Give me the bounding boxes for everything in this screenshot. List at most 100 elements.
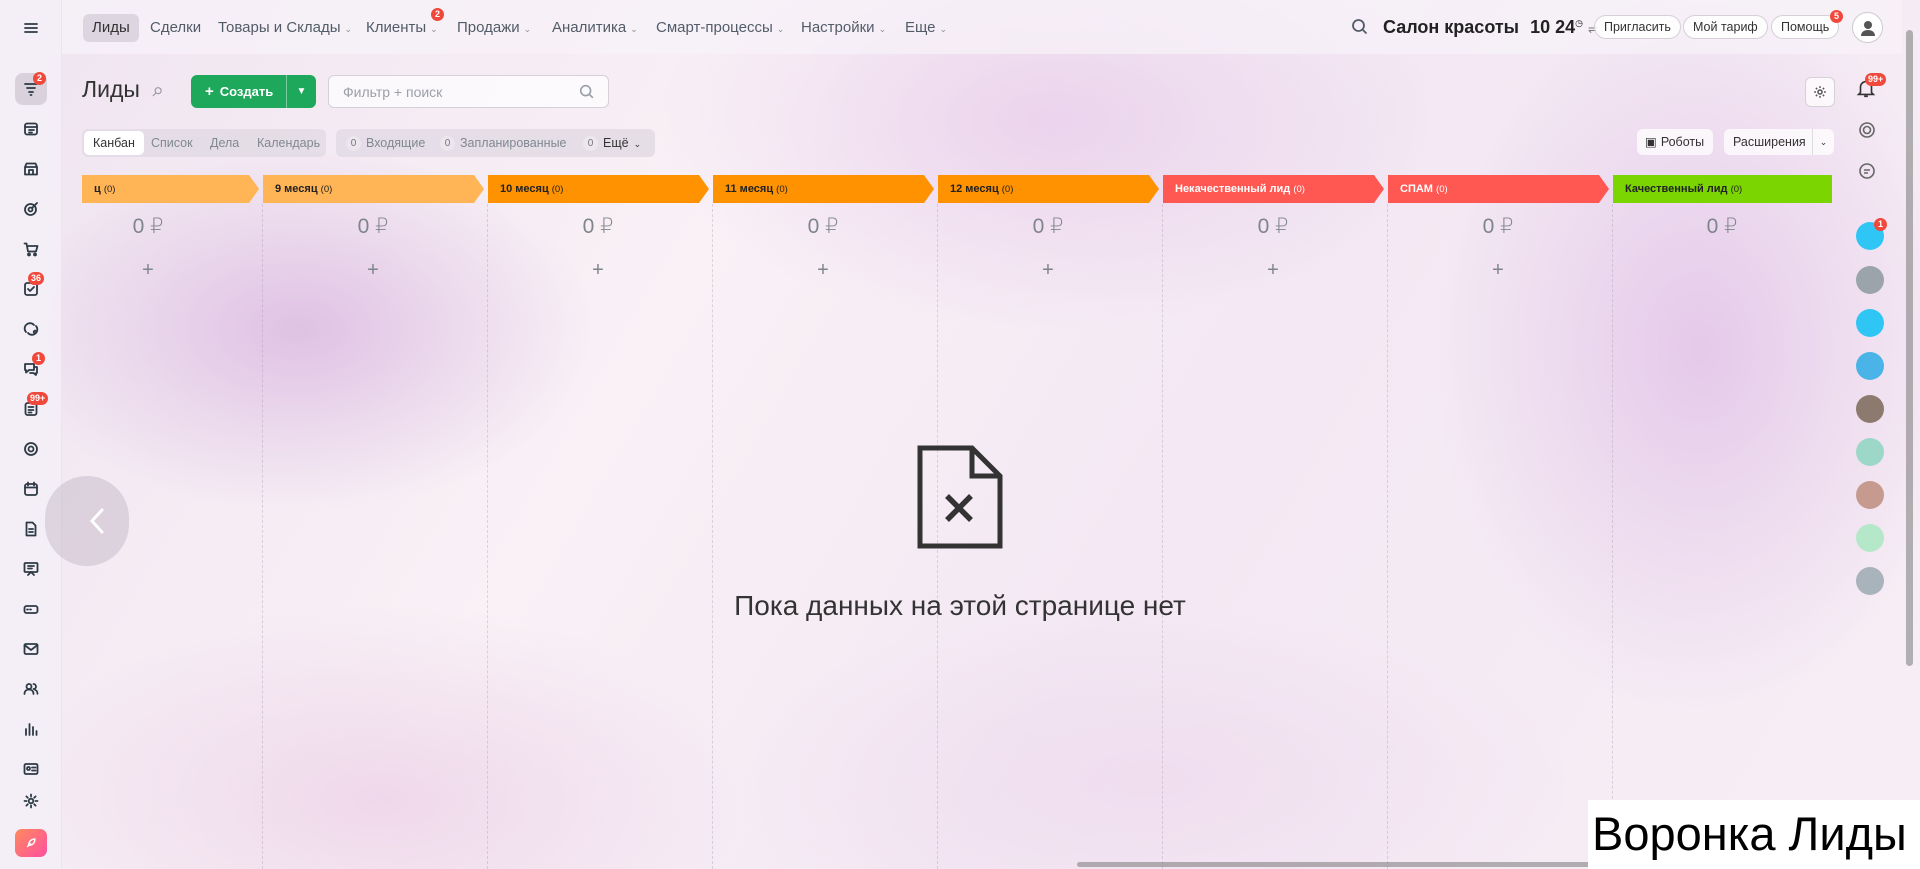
nav-clients[interactable]: Клиенты ⌄ 2 bbox=[357, 8, 447, 42]
robots-button[interactable]: ▣ Роботы bbox=[1637, 129, 1713, 155]
contact-avatar[interactable] bbox=[1856, 395, 1884, 423]
company-name[interactable]: Салон красоты 10 24◷ ⇌ bbox=[1383, 17, 1598, 38]
calendar-icon[interactable] bbox=[15, 473, 47, 505]
stage-name: 11 месяц bbox=[725, 183, 774, 195]
nav-more[interactable]: Еще ⌄ bbox=[896, 14, 956, 42]
nav-sales[interactable]: Продажи ⌄ bbox=[448, 14, 540, 42]
nav-leads[interactable]: Лиды bbox=[83, 14, 139, 42]
stage-sum: 0 ₽ bbox=[582, 215, 614, 238]
notifications-bell-icon[interactable]: 99+ bbox=[1855, 73, 1887, 103]
search-icon[interactable] bbox=[1350, 17, 1370, 37]
nav-smart-processes[interactable]: Смарт-процессы ⌄ bbox=[647, 14, 793, 42]
help-button[interactable]: Помощь 5 bbox=[1771, 10, 1843, 39]
stage-header[interactable]: Качественный лид (0) bbox=[1613, 175, 1832, 203]
stage-add-button[interactable]: + bbox=[1033, 259, 1063, 282]
nav-products[interactable]: Товары и Склады ⌄ bbox=[209, 14, 361, 42]
stage-count: (0) bbox=[1293, 184, 1305, 195]
presentation-icon[interactable] bbox=[15, 553, 47, 585]
nav-analytics[interactable]: Аналитика ⌄ bbox=[543, 14, 647, 42]
stage-header[interactable]: 9 месяц (0) bbox=[263, 175, 484, 203]
contact-card-icon[interactable] bbox=[15, 753, 47, 785]
search-icon[interactable] bbox=[578, 83, 596, 101]
vertical-scrollbar[interactable] bbox=[1906, 30, 1913, 666]
rocket-icon[interactable] bbox=[15, 829, 47, 857]
column-divider bbox=[1387, 204, 1388, 869]
stage-add-button[interactable]: + bbox=[1483, 259, 1513, 282]
counter-incoming[interactable]: 0 Входящие bbox=[346, 131, 425, 155]
menu-icon[interactable] bbox=[15, 12, 47, 44]
nav-settings[interactable]: Настройки ⌄ bbox=[792, 14, 895, 42]
stage-add-button[interactable]: + bbox=[133, 259, 163, 282]
chat-search-icon[interactable] bbox=[1857, 161, 1877, 181]
stage-add-button[interactable]: + bbox=[583, 259, 613, 282]
analytics-icon[interactable] bbox=[15, 713, 47, 745]
contact-avatar[interactable] bbox=[1856, 266, 1884, 294]
chevron-down-icon: ⌄ bbox=[344, 24, 353, 34]
chat-icon[interactable]: 1 bbox=[15, 352, 47, 385]
chevron-down-icon: ⌄ bbox=[523, 24, 532, 34]
feed-icon[interactable]: 99+ bbox=[15, 392, 49, 425]
crm-funnel-icon[interactable]: 2 bbox=[15, 72, 47, 105]
lifebuoy-icon[interactable] bbox=[15, 433, 47, 465]
settings-gear-button[interactable] bbox=[1805, 77, 1835, 107]
stage-header[interactable]: 11 месяц (0) bbox=[713, 175, 934, 203]
stage-header[interactable]: 10 месяц (0) bbox=[488, 175, 709, 203]
tab-kanban[interactable]: Канбан bbox=[84, 131, 144, 155]
stage-header[interactable]: Некачественный лид (0) bbox=[1163, 175, 1384, 203]
tab-calendar[interactable]: Календарь bbox=[248, 131, 329, 155]
stage-name: Качественный лид bbox=[1625, 183, 1728, 195]
stage-add-button[interactable]: + bbox=[808, 259, 838, 282]
invite-label: Пригласить bbox=[1604, 20, 1671, 34]
storage-icon[interactable] bbox=[15, 593, 47, 625]
cart-icon[interactable] bbox=[15, 233, 47, 265]
target-icon[interactable] bbox=[15, 193, 47, 225]
stage-add-button[interactable]: + bbox=[1258, 259, 1288, 282]
bookmark-icon[interactable] bbox=[1856, 309, 1884, 337]
counter-more[interactable]: 0 Ещё ⌄ bbox=[583, 131, 641, 155]
chevron-down-icon: ⌄ bbox=[878, 24, 887, 34]
stage-sum: 0 ₽ bbox=[1706, 215, 1738, 238]
stage-header[interactable]: 12 месяц (0) bbox=[938, 175, 1159, 203]
settings-icon[interactable] bbox=[15, 785, 47, 817]
invite-button[interactable]: Пригласить bbox=[1594, 15, 1681, 39]
pin-icon[interactable]: ⚲ bbox=[148, 83, 165, 101]
contact-avatar[interactable] bbox=[1856, 438, 1884, 466]
messenger-icon[interactable]: 1 bbox=[1856, 218, 1887, 250]
extensions-button[interactable]: Расширения ⌄ bbox=[1724, 129, 1834, 155]
tasks-icon[interactable]: 36 bbox=[15, 272, 47, 305]
store-icon[interactable] bbox=[15, 153, 47, 185]
create-dropdown-chevron-icon[interactable]: ▼ bbox=[286, 75, 316, 108]
users-icon[interactable] bbox=[15, 673, 47, 705]
scroll-left-button[interactable] bbox=[45, 476, 129, 566]
nav-deals[interactable]: Сделки bbox=[141, 14, 210, 42]
automation-icon[interactable] bbox=[15, 313, 47, 345]
stage-count: (0) bbox=[1001, 184, 1014, 195]
column-divider bbox=[1162, 204, 1163, 869]
document-icon[interactable] bbox=[15, 513, 47, 545]
contact-avatar[interactable] bbox=[1856, 567, 1884, 595]
extensions-label: Расширения bbox=[1733, 135, 1806, 149]
stage-sum: 0 ₽ bbox=[357, 215, 389, 238]
tariff-button[interactable]: Мой тариф bbox=[1683, 15, 1768, 39]
notifications-badge: 99+ bbox=[1865, 73, 1887, 86]
stage-add-button[interactable]: + bbox=[358, 259, 388, 282]
create-button[interactable]: + Создать ▼ bbox=[191, 75, 316, 108]
stage-header[interactable]: ц (0) bbox=[82, 175, 259, 203]
notes-icon[interactable] bbox=[1856, 524, 1884, 552]
feed-badge: 99+ bbox=[27, 392, 49, 405]
filter-search-input[interactable] bbox=[329, 76, 559, 107]
counter-planned[interactable]: 0 Запланированные bbox=[440, 131, 567, 155]
tab-activities[interactable]: Дела bbox=[201, 131, 248, 155]
copilot-icon[interactable] bbox=[1857, 120, 1877, 140]
chevron-down-icon[interactable]: ⌄ bbox=[1812, 129, 1834, 155]
stage-header[interactable]: СПАМ (0) bbox=[1388, 175, 1609, 203]
messenger-badge: 1 bbox=[1874, 218, 1887, 231]
mail-icon[interactable] bbox=[15, 633, 47, 665]
bot-avatar[interactable] bbox=[1856, 352, 1884, 380]
contact-avatar[interactable] bbox=[1856, 481, 1884, 509]
calendar-grid-icon[interactable] bbox=[15, 113, 47, 145]
user-avatar[interactable] bbox=[1852, 12, 1883, 43]
left-rail: 2 36 1 99+ bbox=[0, 0, 62, 869]
stage-name: 10 месяц bbox=[500, 183, 549, 195]
tab-list[interactable]: Список bbox=[142, 131, 202, 155]
